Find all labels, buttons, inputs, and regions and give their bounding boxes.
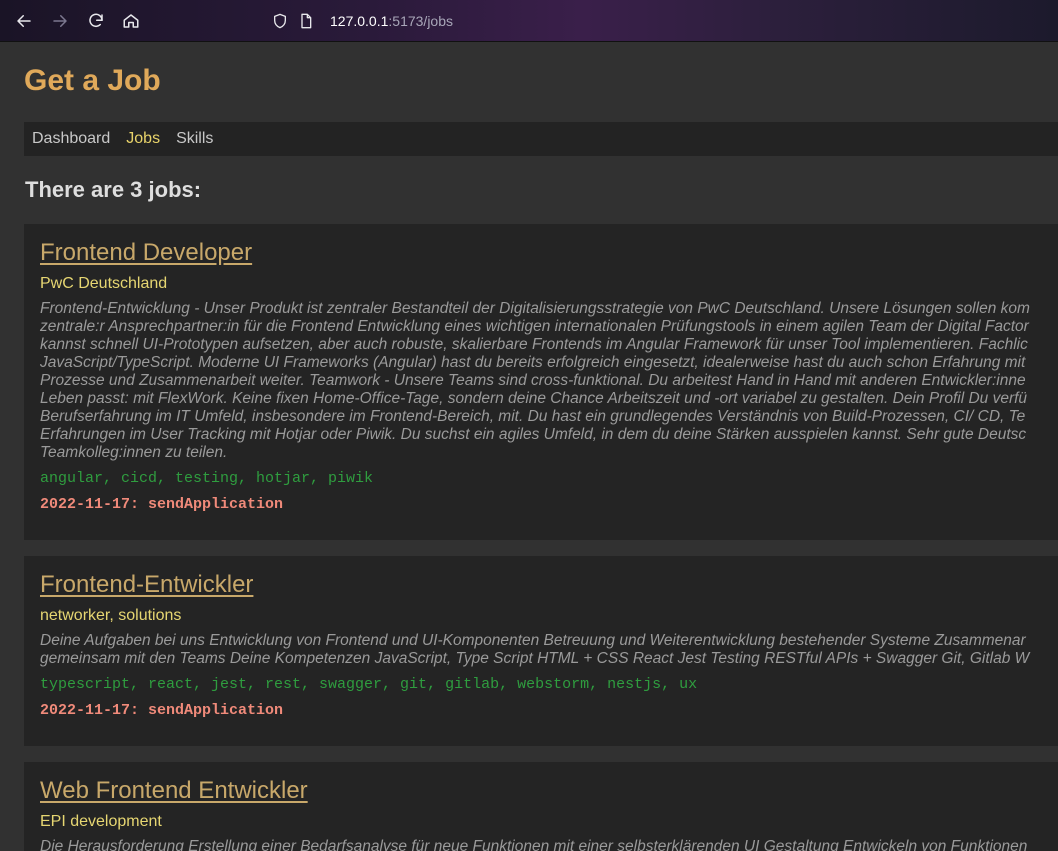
forward-icon[interactable] — [49, 10, 71, 32]
app-title: Get a Job — [24, 64, 161, 97]
description-line: Berufserfahrung im IT Umfeld, insbesonde… — [40, 408, 1026, 425]
page: Get a Job Dashboard Jobs Skills There ar… — [0, 42, 1058, 851]
description-line: zentrale:r Ansprechpartner:in für die Fr… — [40, 318, 1029, 335]
job-title-link[interactable]: Frontend Developer — [40, 238, 252, 268]
description-line: Erfahrungen im User Tracking mit Hotjar … — [40, 426, 1027, 443]
jobs-count-heading: There are 3 jobs: — [25, 177, 202, 202]
back-icon[interactable] — [13, 10, 35, 32]
job-description: Deine Aufgaben bei uns Entwicklung von F… — [40, 632, 1058, 668]
description-line: Prozesse und Zusammenarbeit weiter. Team… — [40, 372, 1026, 389]
nav-dashboard[interactable]: Dashboard — [32, 130, 110, 148]
job-title-link[interactable]: Frontend-Entwickler — [40, 570, 253, 600]
job-card: Web Frontend Entwickler EPI development … — [24, 762, 1058, 851]
job-status: 2022-11-17: sendApplication — [40, 702, 284, 719]
url-path: :5173/jobs — [388, 13, 453, 29]
page-icon — [301, 13, 312, 29]
nav-skills[interactable]: Skills — [176, 130, 213, 148]
job-company: networker, solutions — [40, 607, 182, 624]
description-line: kannst schnell UI-Prototypen aufsetzen, … — [40, 336, 1028, 353]
job-description: Frontend-Entwicklung - Unser Produkt ist… — [40, 300, 1058, 462]
browser-toolbar: 127.0.0.1:5173/jobs — [0, 0, 1058, 42]
description-line: Die Herausforderung Erstellung einer Bed… — [40, 838, 1028, 851]
job-description: Die Herausforderung Erstellung einer Bed… — [40, 838, 1058, 851]
job-company: EPI development — [40, 813, 162, 830]
address-bar[interactable]: 127.0.0.1:5173/jobs — [272, 9, 453, 33]
job-title-link[interactable]: Web Frontend Entwickler — [40, 776, 308, 806]
reload-icon[interactable] — [85, 10, 107, 32]
shield-icon[interactable] — [272, 13, 288, 29]
description-line: JavaScript/TypeScript. Moderne UI Framew… — [40, 354, 1026, 371]
job-card: Frontend Developer PwC Deutschland Front… — [24, 224, 1058, 540]
job-skills: typescript, react, jest, rest, swagger, … — [40, 676, 698, 693]
description-line: gemeinsam mit den Teams Deine Kompetenze… — [40, 650, 1030, 667]
url-host: 127.0.0.1 — [330, 13, 389, 29]
description-line: Leben passt: mit FlexWork. Keine fixen H… — [40, 390, 1028, 407]
main-nav: Dashboard Jobs Skills — [24, 122, 1058, 156]
description-line: Deine Aufgaben bei uns Entwicklung von F… — [40, 632, 1026, 649]
job-status: 2022-11-17: sendApplication — [40, 496, 284, 513]
job-skills: angular, cicd, testing, hotjar, piwik — [40, 470, 374, 487]
job-company: PwC Deutschland — [40, 275, 168, 292]
description-line: Teamkolleg:innen zu teilen. — [40, 444, 228, 461]
nav-jobs[interactable]: Jobs — [126, 130, 160, 148]
home-icon[interactable] — [120, 10, 142, 32]
description-line: Frontend-Entwicklung - Unser Produkt ist… — [40, 300, 1030, 317]
job-card: Frontend-Entwickler networker, solutions… — [24, 556, 1058, 746]
url-text[interactable]: 127.0.0.1:5173/jobs — [330, 13, 453, 29]
